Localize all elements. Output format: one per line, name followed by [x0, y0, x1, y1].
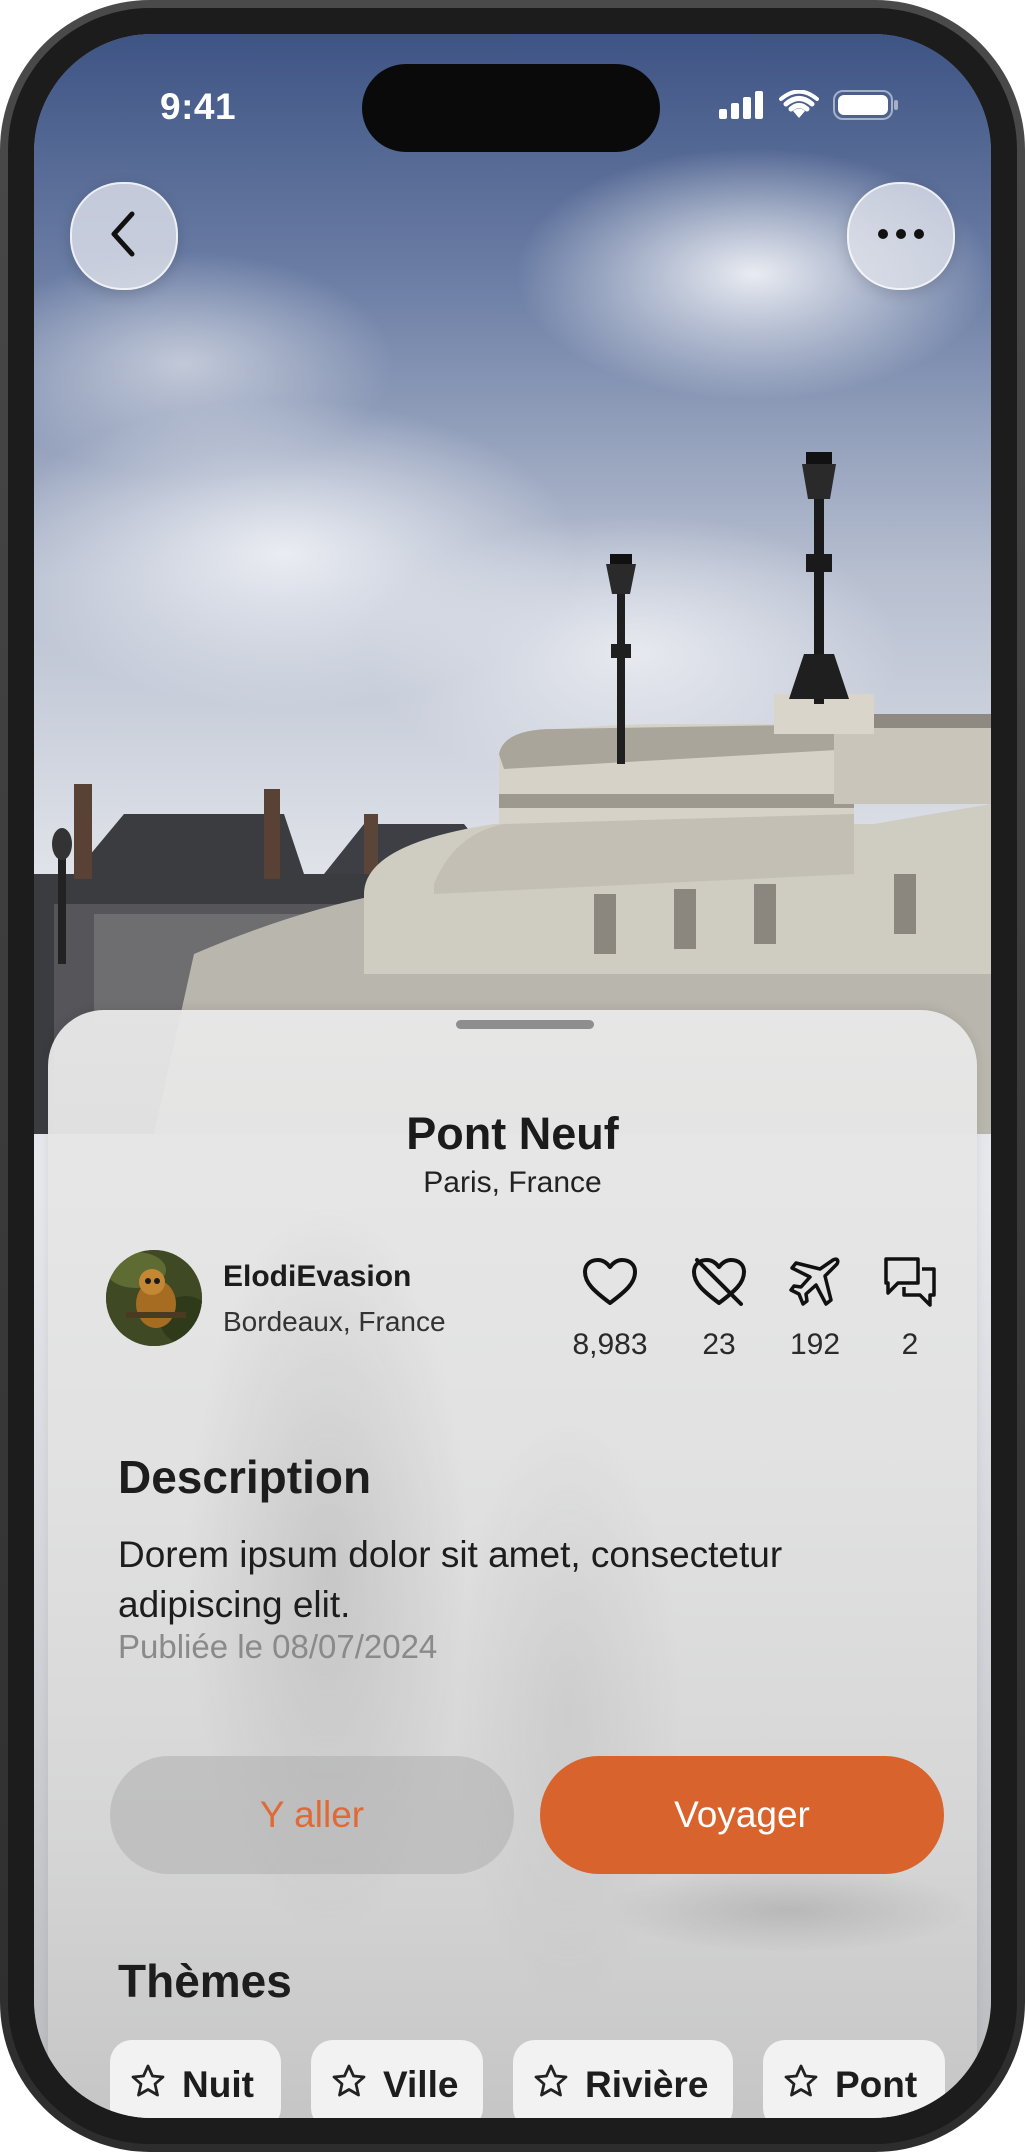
cellular-signal-icon — [719, 91, 765, 124]
description-text: Dorem ipsum dolor sit amet, consectetur … — [118, 1534, 783, 1625]
star-icon — [783, 2063, 819, 2108]
dynamic-island — [362, 64, 660, 152]
status-time: 9:41 — [160, 86, 237, 127]
ellipsis-icon — [877, 227, 925, 245]
device-frame: 9:41 Pont Neuf Paris, France ElodiEvasio… — [0, 0, 1025, 2152]
travel-button[interactable]: Voyager — [540, 1756, 944, 1874]
theme-chip-ville[interactable]: Ville — [311, 2040, 483, 2118]
theme-chip-pont[interactable]: Pont — [763, 2040, 945, 2118]
star-icon — [130, 2063, 166, 2108]
back-button[interactable] — [70, 182, 178, 290]
theme-chip-nuit[interactable]: Nuit — [110, 2040, 281, 2118]
stat-dislikes[interactable]: 23 — [669, 1254, 769, 1362]
status-icons — [719, 89, 899, 125]
screen: 9:41 Pont Neuf Paris, France ElodiEvasio… — [34, 34, 991, 2118]
theme-chips: Nuit Ville Rivière Pont — [110, 2040, 945, 2118]
battery-icon — [833, 90, 899, 125]
author-name[interactable]: ElodiEvasion — [223, 1260, 411, 1294]
heart-icon — [560, 1254, 660, 1310]
stat-trips-value: 192 — [789, 1328, 841, 1361]
stat-trips[interactable]: 192 — [765, 1254, 865, 1362]
wifi-icon — [779, 89, 819, 125]
theme-chip-label: Pont — [835, 2064, 918, 2105]
comments-icon — [860, 1254, 960, 1310]
chevron-left-icon — [104, 210, 144, 263]
stat-likes-value: 8,983 — [572, 1328, 648, 1361]
airplane-icon — [765, 1254, 865, 1310]
theme-chip-label: Ville — [383, 2064, 459, 2105]
theme-chip-label: Nuit — [182, 2064, 254, 2105]
bridge-illustration — [34, 452, 991, 1134]
stat-comments[interactable]: 2 — [860, 1254, 960, 1362]
star-icon — [533, 2063, 569, 2108]
stat-likes[interactable]: 8,983 — [560, 1254, 660, 1362]
more-options-button[interactable] — [847, 182, 955, 290]
place-title: Pont Neuf — [406, 1108, 619, 1159]
star-icon — [331, 2063, 367, 2108]
themes-heading: Thèmes — [118, 1955, 292, 2007]
theme-chip-riviere[interactable]: Rivière — [513, 2040, 733, 2118]
place-location: Paris, France — [423, 1166, 602, 1199]
stat-dislikes-value: 23 — [702, 1328, 736, 1361]
go-there-button[interactable]: Y aller — [110, 1756, 514, 1874]
details-sheet: Pont Neuf Paris, France ElodiEvasion Bor… — [48, 1010, 977, 2118]
description-heading: Description — [118, 1451, 372, 1503]
sheet-grabber[interactable] — [456, 1020, 594, 1029]
heart-off-icon — [669, 1254, 769, 1310]
publication-date: Publiée le 08/07/2024 — [118, 1628, 438, 1665]
avatar[interactable] — [106, 1250, 202, 1346]
avatar-image — [106, 1250, 202, 1346]
author-location: Bordeaux, France — [223, 1306, 446, 1337]
stat-comments-value: 2 — [901, 1328, 919, 1361]
theme-chip-label: Rivière — [585, 2064, 709, 2105]
